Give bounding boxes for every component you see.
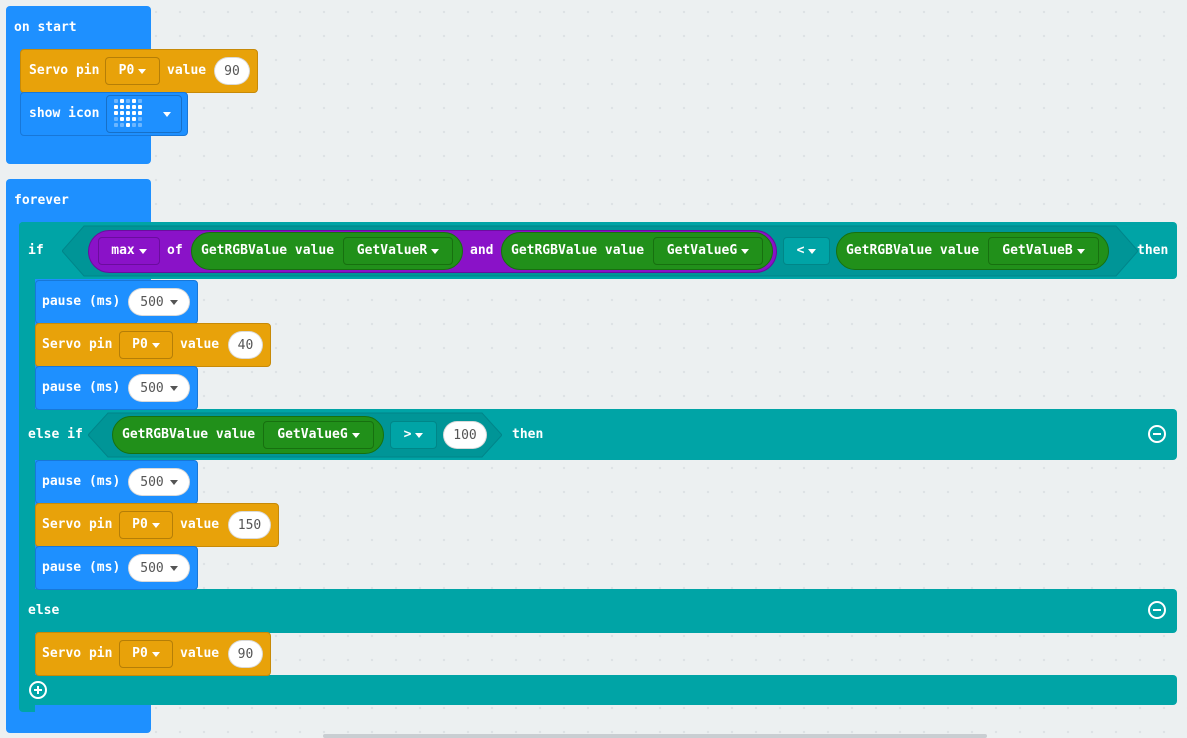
pause-duration-dropdown[interactable]: 500 bbox=[128, 554, 190, 582]
gt-operator: > bbox=[403, 427, 412, 442]
value-b-option: GetValueB bbox=[1002, 243, 1073, 258]
pause-label: pause (ms) bbox=[42, 294, 121, 309]
servo-value: 150 bbox=[237, 517, 262, 533]
forever-label: forever bbox=[14, 193, 69, 208]
pin-dropdown[interactable]: P0 bbox=[105, 57, 160, 85]
value-g-dropdown[interactable]: GetValueG bbox=[653, 237, 763, 265]
caret-down-icon bbox=[138, 248, 147, 254]
servo-pin-label: Servo pin bbox=[42, 337, 113, 352]
getrgb-label: GetRGBValue value bbox=[846, 243, 980, 258]
pause-label: pause (ms) bbox=[42, 560, 121, 575]
pause-value: 500 bbox=[140, 474, 164, 490]
compare-lt-dropdown[interactable]: < bbox=[783, 237, 830, 265]
caret-down-icon bbox=[169, 299, 178, 305]
pin-value: P0 bbox=[132, 337, 148, 352]
value-b-dropdown[interactable]: GetValueB bbox=[988, 237, 1099, 265]
pause-label: pause (ms) bbox=[42, 474, 121, 489]
value-label: value bbox=[167, 63, 207, 78]
servo-value-input[interactable]: 90 bbox=[214, 57, 250, 85]
servo-pin-label: Servo pin bbox=[42, 646, 113, 661]
show-icon-label: show icon bbox=[29, 106, 100, 121]
caret-down-icon bbox=[169, 385, 178, 391]
threshold-input[interactable]: 100 bbox=[443, 421, 487, 449]
caret-down-icon bbox=[351, 432, 360, 438]
value-label: value bbox=[180, 337, 220, 352]
icon-picker-dropdown[interactable] bbox=[106, 95, 182, 133]
threshold-value: 100 bbox=[453, 427, 477, 443]
pause-duration-dropdown[interactable]: 500 bbox=[128, 374, 190, 402]
value-label: value bbox=[180, 646, 220, 661]
pause-value: 500 bbox=[140, 294, 164, 310]
pin-value: P0 bbox=[132, 517, 148, 532]
servo-value-input[interactable]: 150 bbox=[228, 511, 271, 539]
servo-value-input[interactable]: 40 bbox=[228, 331, 263, 359]
getrgb-label: GetRGBValue value bbox=[511, 243, 645, 258]
value-g-option: GetValueG bbox=[666, 243, 738, 258]
caret-down-icon bbox=[151, 522, 160, 528]
lt-operator: < bbox=[796, 243, 805, 258]
max-min-dropdown[interactable]: max bbox=[98, 237, 160, 265]
value-r-dropdown[interactable]: GetValueR bbox=[343, 237, 453, 265]
servo-value-input[interactable]: 90 bbox=[228, 640, 263, 668]
caret-down-icon bbox=[169, 565, 178, 571]
else-header-row[interactable] bbox=[19, 589, 1177, 633]
value-g-dropdown[interactable]: GetValueG bbox=[263, 421, 374, 449]
pause-value: 500 bbox=[140, 560, 164, 576]
then-label: then bbox=[512, 427, 544, 442]
servo-value: 90 bbox=[237, 646, 254, 662]
pin-dropdown[interactable]: P0 bbox=[119, 511, 173, 539]
value-g-option: GetValueG bbox=[277, 427, 348, 442]
if-else-block[interactable] bbox=[19, 222, 35, 712]
caret-down-icon bbox=[163, 111, 171, 117]
servo-pin-label: Servo pin bbox=[29, 63, 100, 78]
max-label: max bbox=[111, 243, 135, 258]
caret-down-icon bbox=[169, 479, 178, 485]
caret-down-icon bbox=[741, 248, 750, 254]
heart-icon bbox=[113, 98, 145, 130]
of-label: of bbox=[167, 243, 183, 258]
pause-duration-dropdown[interactable]: 500 bbox=[128, 468, 190, 496]
value-r-option: GetValueR bbox=[356, 243, 428, 258]
else-label: else bbox=[28, 603, 60, 618]
servo-pin-label: Servo pin bbox=[42, 517, 113, 532]
then-label: then bbox=[1137, 243, 1169, 258]
caret-down-icon bbox=[151, 651, 160, 657]
minus-circle-icon[interactable] bbox=[1148, 601, 1166, 619]
pin-value: P0 bbox=[118, 63, 135, 78]
caret-down-icon bbox=[1076, 248, 1085, 254]
getrgb-label: GetRGBValue value bbox=[201, 243, 335, 258]
minus-circle-icon[interactable] bbox=[1148, 425, 1166, 443]
pin-dropdown[interactable]: P0 bbox=[119, 640, 173, 668]
if-label: if bbox=[28, 243, 44, 258]
workspace-scrollbar[interactable] bbox=[323, 734, 987, 738]
caret-down-icon bbox=[415, 432, 424, 438]
pin-value: P0 bbox=[132, 646, 148, 661]
caret-down-icon bbox=[138, 68, 147, 74]
servo-value: 90 bbox=[224, 63, 240, 79]
else-if-label: else if bbox=[28, 427, 83, 442]
on-start-label: on start bbox=[14, 20, 77, 35]
if-footer-row[interactable] bbox=[19, 675, 1177, 705]
pause-duration-dropdown[interactable]: 500 bbox=[128, 288, 190, 316]
servo-value: 40 bbox=[237, 337, 254, 353]
pin-dropdown[interactable]: P0 bbox=[119, 331, 173, 359]
caret-down-icon bbox=[808, 248, 817, 254]
pause-label: pause (ms) bbox=[42, 380, 121, 395]
compare-gt-dropdown[interactable]: > bbox=[390, 421, 437, 449]
and-label: and bbox=[470, 243, 494, 258]
pause-value: 500 bbox=[140, 380, 164, 396]
caret-down-icon bbox=[151, 342, 160, 348]
plus-circle-icon[interactable] bbox=[29, 681, 47, 699]
caret-down-icon bbox=[431, 248, 440, 254]
value-label: value bbox=[180, 517, 220, 532]
getrgb-label: GetRGBValue value bbox=[122, 427, 256, 442]
